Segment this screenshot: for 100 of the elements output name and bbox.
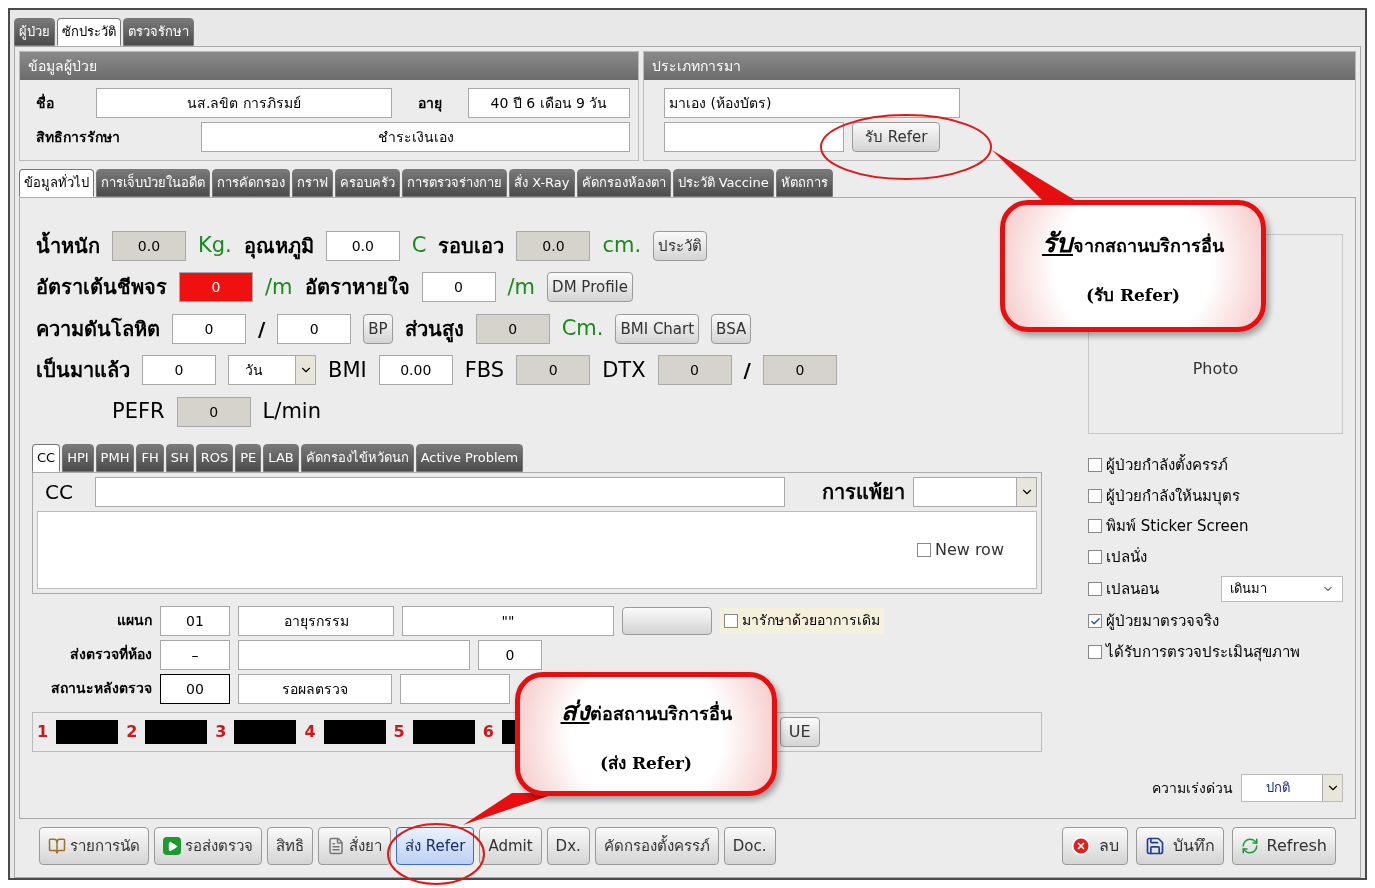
dropdown[interactable]: ปกติ <box>1241 774 1343 802</box>
tab[interactable]: FH <box>136 443 164 472</box>
dropdown[interactable] <box>913 476 1037 507</box>
tab[interactable]: HPI <box>62 443 94 472</box>
tab[interactable]: การเจ็บป่วยในอดีต <box>96 169 210 197</box>
tab[interactable]: สั่ง X-Ray <box>509 169 575 197</box>
toolbar-button[interactable]: บันทึก <box>1135 827 1224 865</box>
input-field[interactable]: 0 <box>176 396 251 427</box>
tab[interactable]: การคัดกรอง <box>212 169 290 197</box>
checkbox[interactable] <box>724 613 738 628</box>
tab[interactable]: LAB <box>263 443 299 472</box>
toolbar-button[interactable]: Admit <box>479 827 542 865</box>
checkbox[interactable] <box>1088 549 1102 564</box>
input-field[interactable]: 0.0 <box>516 230 591 261</box>
slot-number: 1 <box>37 720 49 743</box>
receive-refer-button[interactable]: รับ Refer <box>852 122 941 152</box>
slot-box <box>412 719 475 744</box>
toolbar-button[interactable]: Dx. <box>546 827 590 865</box>
dropdown[interactable]: เดินมา <box>1221 576 1343 602</box>
input-field[interactable]: 0 <box>516 355 591 386</box>
slot-box <box>234 719 297 744</box>
tab[interactable]: ROS <box>195 443 234 472</box>
tab[interactable]: ประวัติ Vaccine <box>672 169 774 197</box>
tab[interactable]: ข้อมูลทั่วไป <box>19 169 94 197</box>
tab[interactable]: การตรวจร่างกาย <box>402 169 507 197</box>
button[interactable] <box>622 606 712 635</box>
toolbar-button[interactable]: Doc. <box>723 827 776 865</box>
tab[interactable]: ตรวจรักษา <box>123 18 194 46</box>
toolbar-button[interactable]: สิทธิ <box>267 827 313 865</box>
callout-caption: (ส่ง Refer) <box>599 751 692 775</box>
checkbox[interactable] <box>1088 488 1102 503</box>
button[interactable]: ประวัติ <box>653 230 708 261</box>
input-field[interactable]: 0 <box>478 639 542 670</box>
tab[interactable]: PMH <box>95 443 135 472</box>
toolbar-button[interactable]: สั่งยา <box>318 827 391 865</box>
input-field[interactable]: 00 <box>160 673 230 704</box>
input-field[interactable]: มาเอง (ห้องบัตร) <box>664 88 960 118</box>
tab[interactable]: ครอบครัว <box>335 169 400 197</box>
input-field[interactable]: ชำระเงินเอง <box>201 122 630 152</box>
field-label: อัตราหายใจ <box>304 274 410 302</box>
checkbox[interactable] <box>1088 582 1102 596</box>
input-field[interactable]: 0.0 <box>325 230 400 261</box>
checkbox[interactable] <box>1088 644 1102 659</box>
checkbox[interactable] <box>1088 614 1102 629</box>
input-field[interactable]: – <box>160 639 230 670</box>
input-field[interactable]: "" <box>402 605 614 636</box>
input-field[interactable] <box>238 639 470 670</box>
input-field[interactable]: 40 ปี 6 เดือน 9 วัน <box>468 88 630 118</box>
input-field[interactable]: 0.0 <box>112 230 186 261</box>
input-field[interactable] <box>95 476 785 507</box>
checkbox[interactable] <box>916 542 931 557</box>
checkbox[interactable] <box>1088 458 1102 473</box>
toolbar-button[interactable]: รายการนัด <box>39 827 149 865</box>
tab[interactable]: ซักประวัติ <box>57 18 121 46</box>
tab[interactable]: SH <box>165 443 194 472</box>
dropdown[interactable]: วัน <box>228 355 316 386</box>
input-field[interactable]: 0 <box>475 313 550 344</box>
toolbar-button[interactable]: Refresh <box>1231 827 1336 865</box>
toolbar-button[interactable]: คัดกรองตั้งครรภ์ <box>594 827 719 865</box>
ue-button[interactable]: UE <box>779 716 820 747</box>
input-field[interactable]: นส.ลขิต การภิรมย์ <box>96 88 392 118</box>
toolbar-button[interactable]: รอส่งตรวจ <box>154 827 262 865</box>
button[interactable]: BSA <box>711 313 752 344</box>
tab[interactable]: คัดกรองไข้หวัดนก <box>300 443 414 472</box>
input-field[interactable]: 0 <box>657 355 732 386</box>
button[interactable]: BP <box>363 313 393 344</box>
input-field[interactable] <box>400 673 510 704</box>
input-field[interactable]: 0 <box>172 313 246 344</box>
field-label: ความเร่งด่วน <box>1152 778 1233 798</box>
button[interactable]: DM Profile <box>547 272 633 303</box>
tab[interactable]: คัดกรองห้องตา <box>576 169 671 197</box>
text-area[interactable]: New row <box>37 510 1037 589</box>
input-field[interactable] <box>664 122 844 152</box>
photo-label: Photo <box>1192 358 1239 380</box>
field-label: เป็นมาแล้ว <box>36 356 130 385</box>
input-field[interactable]: อายุรกรรม <box>238 605 394 636</box>
input-field[interactable]: 0 <box>421 272 496 303</box>
input-field[interactable]: 0.00 <box>378 355 453 386</box>
input-field[interactable]: 0 <box>277 313 352 344</box>
input-field[interactable]: 0 <box>179 272 253 303</box>
tab[interactable]: PE <box>235 443 262 472</box>
field-label: สถานะหลังตรวจ <box>50 679 152 698</box>
field-label: PEFR <box>112 398 165 425</box>
checkbox[interactable] <box>1088 519 1102 534</box>
field-label: น้ำหนัก <box>36 230 100 260</box>
tab[interactable]: CC <box>32 443 61 472</box>
toolbar-button[interactable]: ลบ <box>1061 827 1128 865</box>
separator: / <box>258 315 266 343</box>
button[interactable]: BMI Chart <box>615 313 700 344</box>
tab[interactable]: ผู้ป่วย <box>14 18 55 46</box>
tab[interactable]: Active Problem <box>415 443 524 472</box>
tab[interactable]: หัตถการ <box>775 169 833 197</box>
callout-text: ส่งต่อสถานบริการอื่น <box>560 694 732 728</box>
input-field[interactable]: 01 <box>160 605 230 636</box>
tab[interactable]: กราฟ <box>292 169 333 197</box>
toolbar-button[interactable]: ส่ง Refer <box>396 827 475 865</box>
input-field[interactable]: 0 <box>142 355 216 386</box>
field-label: รอบเอว <box>438 232 505 260</box>
input-field[interactable]: รอผลตรวจ <box>238 673 392 704</box>
input-field[interactable]: 0 <box>762 355 837 386</box>
